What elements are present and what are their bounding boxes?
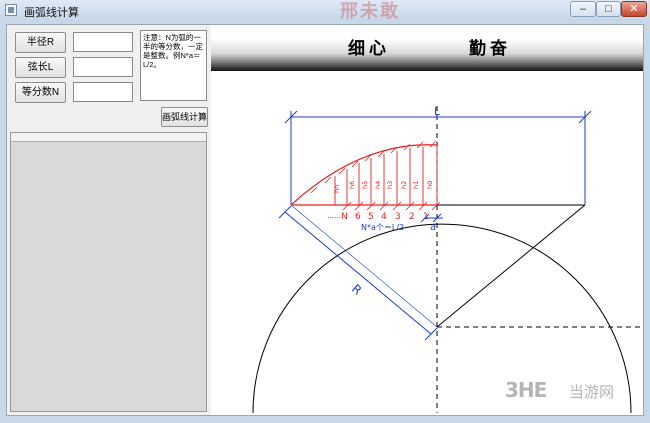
radius-right <box>436 204 586 328</box>
h-label: h5 <box>361 181 369 189</box>
close-button[interactable]: ✕ <box>621 1 647 17</box>
title-bar[interactable]: 画弧线计算 邢未敢 – □ ✕ <box>0 0 650 21</box>
maximize-button[interactable]: □ <box>596 1 621 17</box>
n-label: 4 <box>381 212 387 222</box>
minimize-button[interactable]: – <box>570 1 596 17</box>
watermark-logo: 3HE <box>505 378 547 402</box>
L-label: L <box>434 105 441 118</box>
arc-diagram-svg: L R hn h6 h5 h4 h3 h2 h1 h0 N 6 5 4 3 2 … <box>252 105 643 414</box>
h-label: h6 <box>348 181 356 189</box>
n-label: 2 <box>409 212 415 222</box>
n-label: 5 <box>368 212 374 222</box>
app-icon <box>5 4 17 16</box>
R-dimension-line <box>284 211 432 335</box>
note-textbox[interactable]: 注意：N为弧的一半的等分数，一定是整数。例N*a＝L/2。 <box>140 30 207 101</box>
watermark-name: 当游网 <box>569 384 615 401</box>
red-arc <box>290 144 438 206</box>
h-label: h3 <box>386 181 394 189</box>
arc-tick <box>429 140 437 148</box>
motto-left: 细心 <box>348 39 390 59</box>
window-title: 画弧线计算 <box>24 7 79 19</box>
h-label: h1 <box>412 181 420 189</box>
n-labels: N 6 5 4 3 2 1 <box>341 212 429 222</box>
ordinate-lines <box>334 146 438 205</box>
result-list[interactable] <box>10 132 207 412</box>
h-label: h2 <box>400 181 408 189</box>
chord-ticks <box>342 201 441 211</box>
n-label: 6 <box>355 212 361 222</box>
divisions-button[interactable]: 等分数N <box>15 82 66 103</box>
h-label: hn <box>333 185 341 193</box>
calculate-button[interactable]: 画弧线计算 <box>161 107 208 127</box>
formula-label: N*a个＝L/2 <box>361 223 404 232</box>
chord-input[interactable] <box>73 57 133 77</box>
arc-tick <box>403 143 411 151</box>
title-watermark: 邢未敢 <box>340 1 400 21</box>
a-label: a <box>430 222 436 233</box>
h-label: h4 <box>374 181 382 189</box>
h-labels: hn h6 h5 h4 h3 h2 h1 h0 <box>333 181 434 193</box>
n-label: N <box>341 212 348 222</box>
radius-button[interactable]: 半径R <box>15 32 66 53</box>
motto-right: 勤奋 <box>469 39 511 59</box>
n-label: 3 <box>395 212 401 222</box>
result-list-header <box>11 133 206 142</box>
ellipsis-label: …… <box>327 213 341 220</box>
client-area: 半径R 弦长L 等分数N 注意：N为弧的一半的等分数，一定是整数。例N*a＝L/… <box>6 24 644 416</box>
arc-diagram: L R hn h6 h5 h4 h3 h2 h1 h0 N 6 5 4 3 2 … <box>211 71 643 415</box>
h-label: h0 <box>426 181 434 189</box>
R-tick-top <box>278 205 292 219</box>
app-window: 画弧线计算 邢未敢 – □ ✕ 半径R 弦长L 等分数N 注意：N为弧的一半的等… <box>0 0 650 423</box>
site-watermark: 3HE 当游网 <box>505 378 645 408</box>
divisions-input[interactable] <box>73 82 133 102</box>
motto-banner: 细心 勤奋 <box>211 25 643 71</box>
radius-input[interactable] <box>73 32 133 52</box>
R-label: R <box>349 282 364 298</box>
chord-tick <box>431 201 441 211</box>
R-tick-bottom <box>424 327 438 341</box>
chord-button[interactable]: 弦长L <box>15 57 66 78</box>
